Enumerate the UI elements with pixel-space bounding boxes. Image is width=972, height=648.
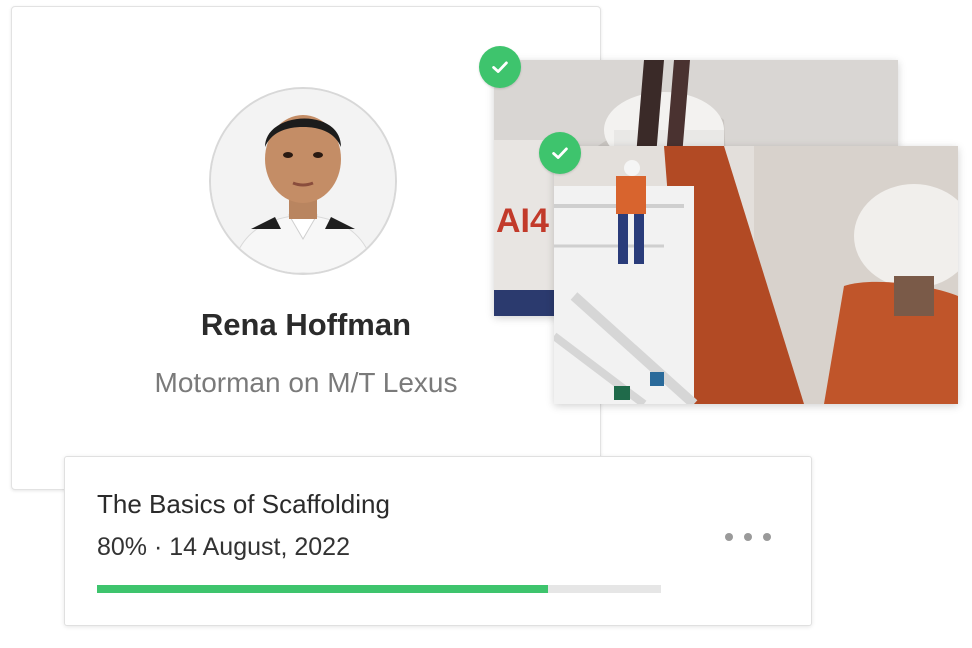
stage: Rena Hoffman Motorman on M/T Lexus AI4 T… [0, 0, 972, 648]
person-portrait-icon [211, 89, 395, 273]
ellipsis-icon [744, 533, 752, 541]
course-progress-fill [97, 585, 549, 593]
ellipsis-icon [763, 533, 771, 541]
svg-text:AI4: AI4 [496, 202, 549, 240]
course-card[interactable]: The Basics of Scaffolding 80% · 14 Augus… [64, 456, 812, 626]
verified-check-icon [479, 46, 521, 88]
avatar [209, 87, 397, 275]
ship-deck-worker-photo-icon [554, 146, 958, 404]
more-options-button[interactable] [725, 525, 771, 549]
ellipsis-icon [725, 533, 733, 541]
ship-deck-worker-photo [554, 146, 958, 404]
verified-check-icon [539, 132, 581, 174]
course-progress-label: 80% · 14 August, 2022 [97, 533, 350, 561]
course-progress-bar [97, 585, 661, 593]
profile-role: Motorman on M/T Lexus [154, 367, 458, 398]
course-title: The Basics of Scaffolding [97, 489, 390, 519]
